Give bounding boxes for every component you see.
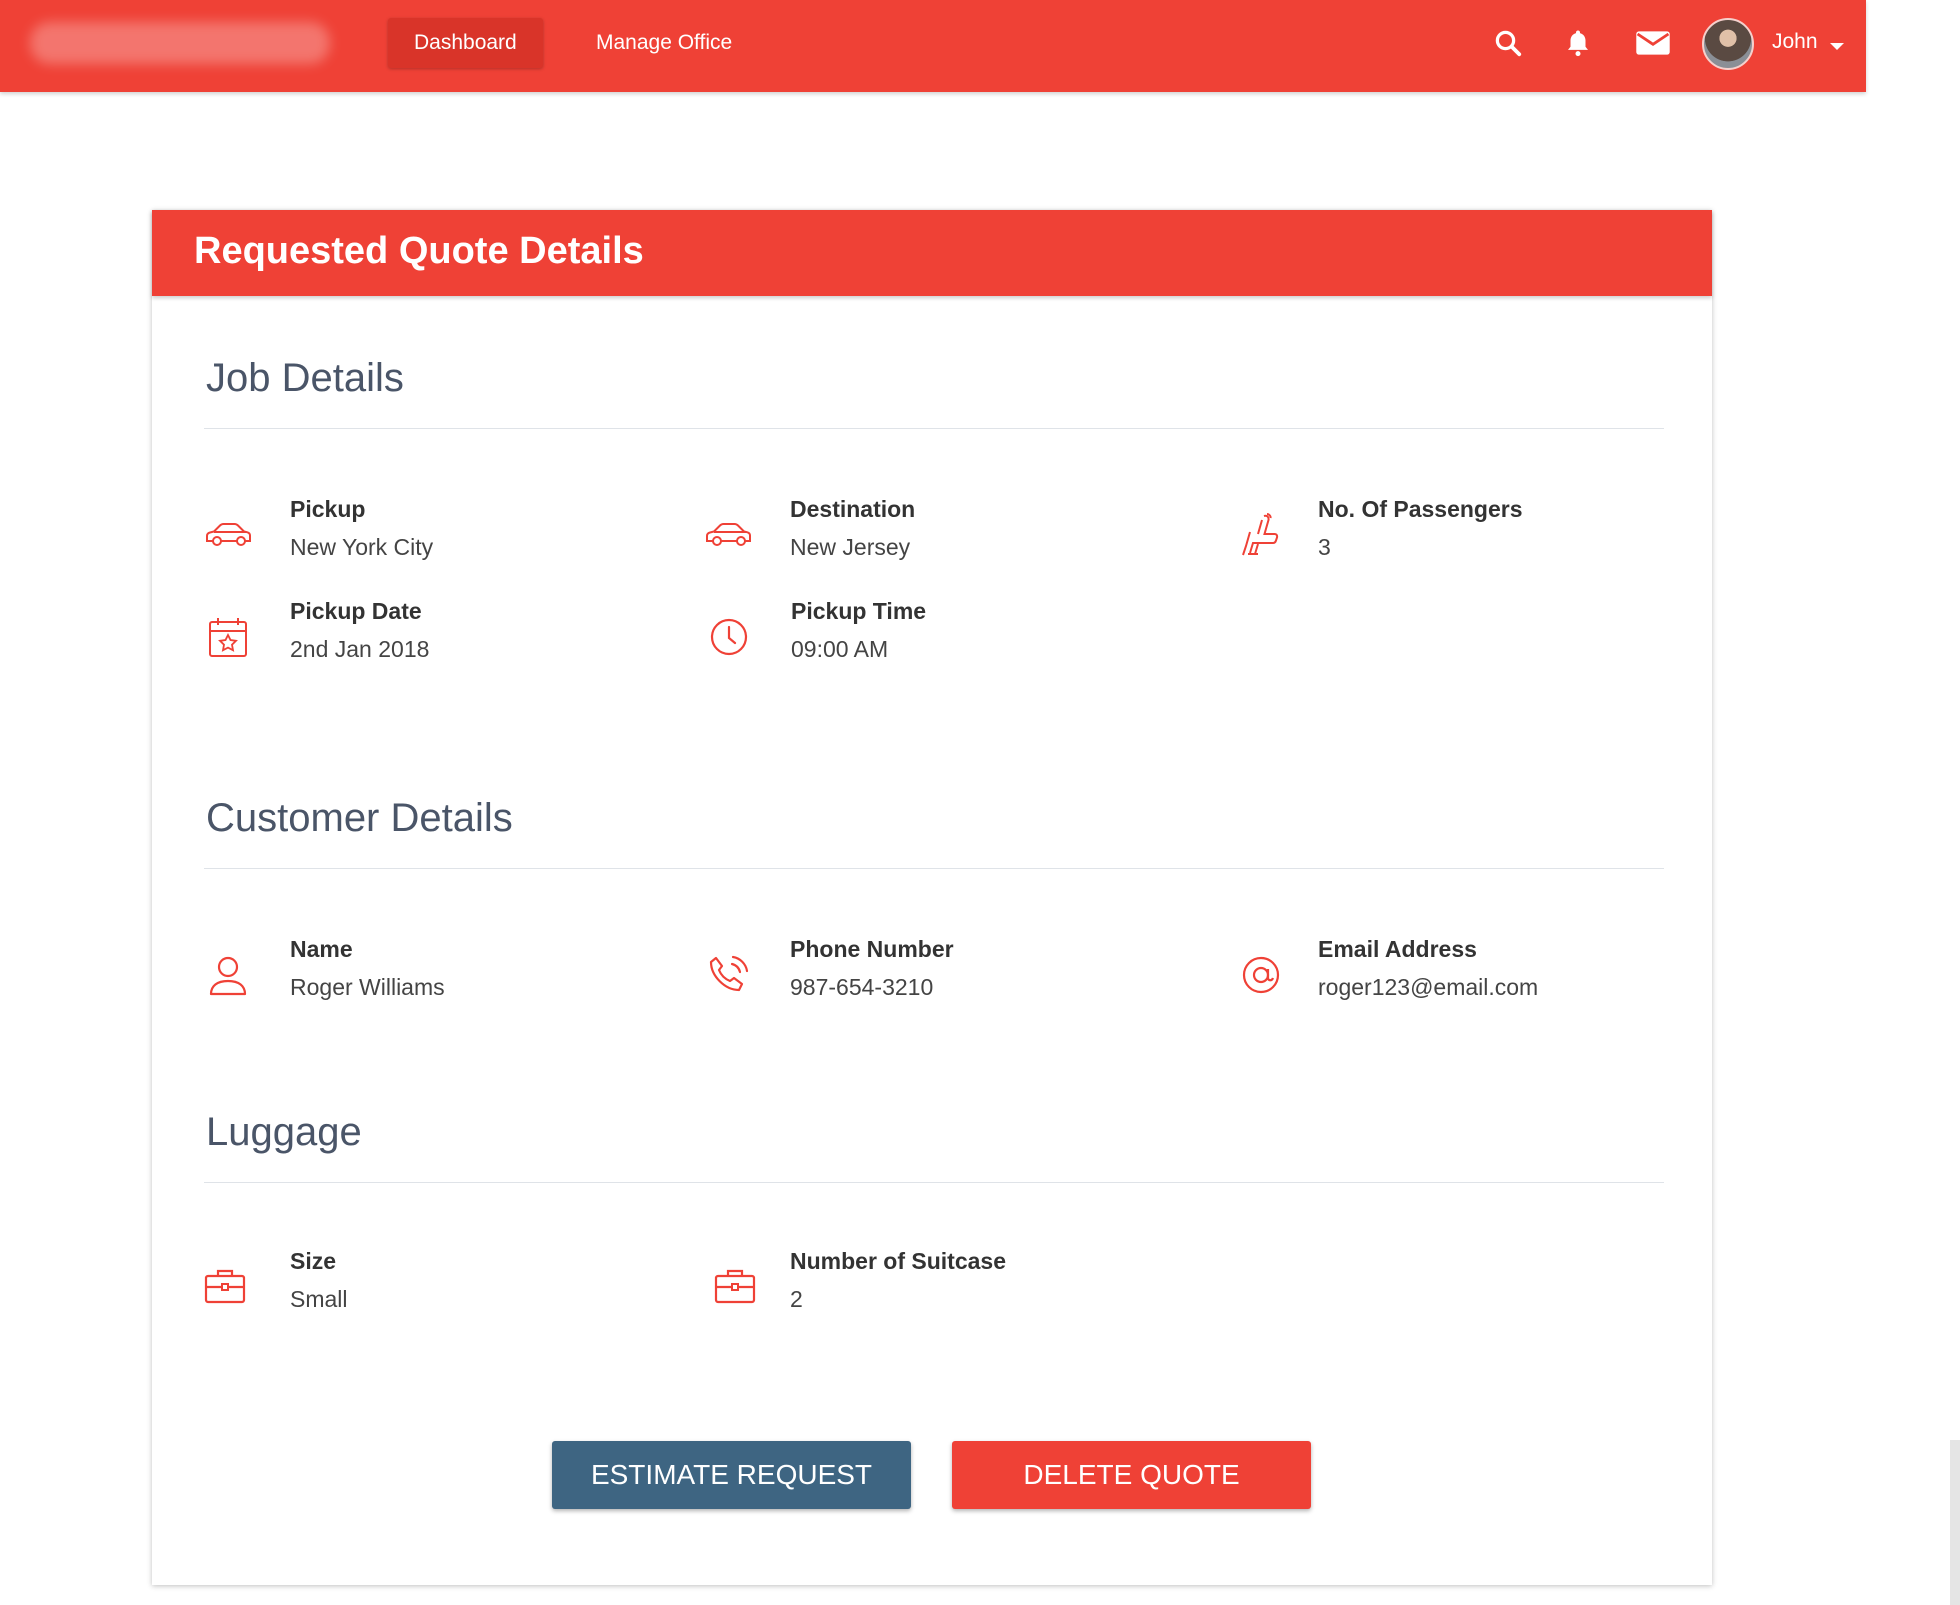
size-label: Size xyxy=(290,1248,337,1274)
phone-icon xyxy=(709,955,749,992)
top-navbar: Dashboard Manage Office John xyxy=(0,0,1866,92)
size-value: Small xyxy=(290,1286,348,1312)
divider xyxy=(204,428,1664,429)
estimate-request-button[interactable]: ESTIMATE REQUEST xyxy=(552,1441,911,1509)
chevron-down-icon[interactable] xyxy=(1830,43,1844,50)
briefcase-icon xyxy=(204,1269,246,1304)
delete-quote-button[interactable]: DELETE QUOTE xyxy=(952,1441,1311,1509)
page-edge xyxy=(1950,1440,1960,1605)
at-icon xyxy=(1242,956,1280,994)
nav-manage-office[interactable]: Manage Office xyxy=(570,18,758,68)
clock-icon xyxy=(710,618,748,656)
destination-label: Destination xyxy=(790,496,916,522)
user-menu-name[interactable]: John xyxy=(1772,30,1818,54)
card-title: Requested Quote Details xyxy=(194,230,644,272)
passengers-label: No. Of Passengers xyxy=(1318,496,1523,522)
search-icon[interactable] xyxy=(1490,25,1526,61)
suitcase-count-label: Number of Suitcase xyxy=(790,1248,1006,1274)
job-details-title: Job Details xyxy=(206,356,404,400)
luggage-title: Luggage xyxy=(206,1110,362,1154)
card-header: Requested Quote Details xyxy=(152,210,1712,296)
quote-details-card: Requested Quote Details Job Details Pick… xyxy=(152,210,1712,1585)
customer-details-title: Customer Details xyxy=(206,796,513,840)
pickup-time-label: Pickup Time xyxy=(791,598,927,624)
phone-value: 987-654-3210 xyxy=(790,974,934,1000)
passengers-value: 3 xyxy=(1318,534,1331,560)
bell-icon[interactable] xyxy=(1560,25,1596,61)
seat-icon xyxy=(1242,513,1279,556)
phone-label: Phone Number xyxy=(790,936,954,962)
user-icon xyxy=(209,956,247,996)
brand-logo[interactable] xyxy=(30,22,330,64)
divider xyxy=(204,1182,1664,1183)
avatar[interactable] xyxy=(1702,18,1754,70)
name-label: Name xyxy=(290,936,353,962)
email-label: Email Address xyxy=(1318,936,1477,962)
name-value: Roger Williams xyxy=(290,974,445,1000)
car-icon xyxy=(706,523,751,546)
car-icon xyxy=(206,523,251,546)
calendar-icon xyxy=(209,618,247,657)
divider xyxy=(204,868,1664,869)
mail-icon[interactable] xyxy=(1635,25,1671,61)
email-value[interactable]: roger123@email.com xyxy=(1318,974,1538,1001)
pickup-date-value: 2nd Jan 2018 xyxy=(290,636,430,662)
destination-value: New Jersey xyxy=(790,534,911,560)
pickup-date-label: Pickup Date xyxy=(290,598,422,624)
pickup-label: Pickup xyxy=(290,496,366,522)
pickup-value: New York City xyxy=(290,534,434,560)
nav-dashboard[interactable]: Dashboard xyxy=(388,18,543,68)
suitcase-count-value: 2 xyxy=(790,1286,803,1312)
briefcase-icon xyxy=(714,1269,756,1304)
pickup-time-value: 09:00 AM xyxy=(791,636,889,662)
